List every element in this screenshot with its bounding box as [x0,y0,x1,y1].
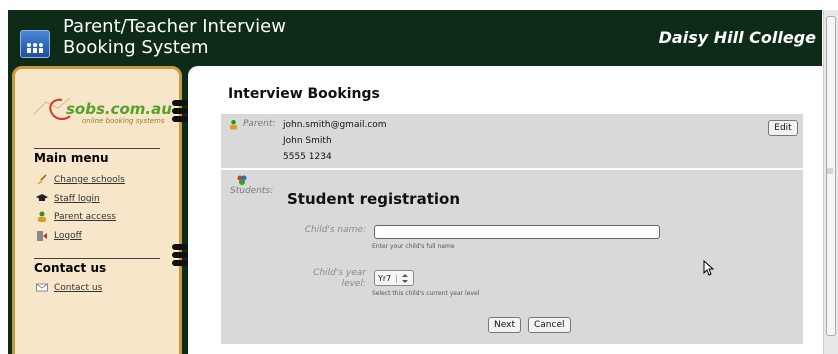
child-name-label: Child's name: [304,225,366,235]
graduation-cap-icon [36,194,48,201]
logoff-icon [37,231,47,241]
main-panel: Interview Bookings Parent: john.smith@gm… [188,66,822,354]
vertical-scrollbar[interactable] [823,10,838,354]
broom-icon [37,174,47,184]
spinner-icon [401,273,408,283]
sobs-logo[interactable]: sobs.com.au online booking systems [32,94,172,134]
parent-section: Parent: john.smith@gmail.com John Smith … [221,114,803,168]
page-title: Interview Bookings [228,86,380,102]
college-name: Daisy Hill College [658,28,816,47]
child-year-value: Yr7 [378,273,392,283]
scrollbar-thumb[interactable] [826,16,836,336]
mouse-pointer-icon [703,260,715,276]
people-icon [27,43,43,53]
parent-details: john.smith@gmail.com John Smith 5555 123… [283,117,387,165]
app-title: Parent/Teacher Interview Booking System [63,16,286,58]
grip-icon [827,168,833,174]
app-title-line2: Booking System [63,37,209,58]
menu-item-label: Logoff [54,230,82,241]
sobs-logo-text: sobs.com.au [66,100,172,118]
menu-item-label: Parent access [54,211,116,222]
envelope-icon [36,283,48,292]
menu-item-parent-access[interactable]: Parent access [36,211,116,222]
child-year-label-line2: level: [341,279,366,289]
sobs-logo-subtext: online booking systems [82,117,165,125]
app-window: Parent/Teacher Interview Booking System … [8,10,822,354]
main-menu-title: Main menu [34,148,160,165]
students-icon [237,175,247,185]
menu-item-staff-login[interactable]: Staff login [36,193,100,204]
parent-phone: 5555 1234 [283,152,332,162]
cancel-button[interactable]: Cancel [528,317,571,333]
menu-item-change-schools[interactable]: Change schools [36,174,125,185]
child-year-select[interactable]: Yr7 | [374,270,414,286]
child-year-label-line1: Child's year [313,268,366,278]
menu-item-label: Staff login [54,193,100,204]
app-title-line1: Parent/Teacher Interview [63,16,286,37]
students-label: Students: [230,186,274,196]
child-name-hint: Enter your child's full name [372,243,455,250]
sidebar: sobs.com.au online booking systems Main … [12,66,182,354]
edit-button[interactable]: Edit [768,120,798,136]
contact-us-title: Contact us [34,258,160,275]
next-button[interactable]: Next [488,317,521,333]
parent-icon [229,119,238,130]
select-divider: | [395,273,398,283]
menu-item-label: Contact us [54,282,103,293]
child-year-hint: Select this child's current year level [372,290,480,297]
app-logo [20,30,50,58]
parent-name: John Smith [283,136,332,146]
child-name-input[interactable] [374,225,660,239]
students-section: Students: Student registration Child's n… [221,170,803,344]
parent-icon [38,211,46,222]
registration-title: Student registration [287,190,460,208]
parent-email: john.smith@gmail.com [283,120,387,130]
parent-label: Parent: [243,119,276,129]
menu-item-logoff[interactable]: Logoff [36,230,82,241]
child-year-label: Child's year level: [291,268,366,290]
menu-item-label: Change schools [54,174,125,185]
header: Parent/Teacher Interview Booking System … [8,10,822,68]
menu-item-contact-us[interactable]: Contact us [36,282,102,293]
